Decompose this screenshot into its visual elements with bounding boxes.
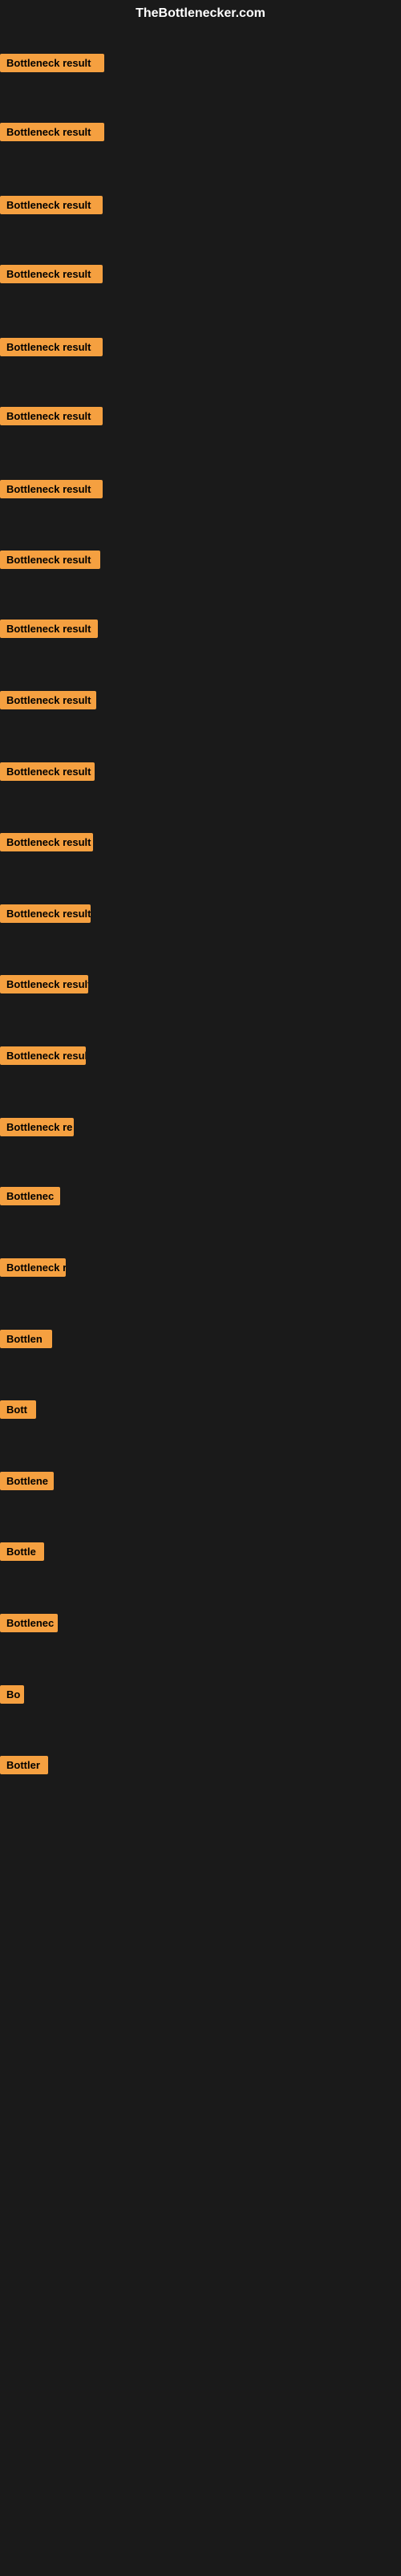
bottleneck-label-2[interactable]: Bottleneck result: [0, 123, 104, 141]
bottleneck-label-16[interactable]: Bottleneck re: [0, 1118, 74, 1136]
bottleneck-label-25[interactable]: Bottler: [0, 1756, 48, 1774]
bottleneck-row-20: Bott: [0, 1400, 36, 1423]
bottleneck-label-24[interactable]: Bo: [0, 1685, 24, 1704]
bottleneck-row-24: Bo: [0, 1685, 24, 1708]
bottleneck-label-12[interactable]: Bottleneck result: [0, 833, 93, 851]
bottleneck-label-8[interactable]: Bottleneck result: [0, 551, 100, 569]
bottleneck-row-11: Bottleneck result: [0, 762, 95, 785]
bottleneck-label-21[interactable]: Bottlene: [0, 1472, 54, 1490]
bottleneck-row-2: Bottleneck result: [0, 123, 104, 145]
bottleneck-row-9: Bottleneck result: [0, 620, 98, 642]
bottleneck-row-7: Bottleneck result: [0, 480, 103, 502]
bottleneck-label-22[interactable]: Bottle: [0, 1542, 44, 1561]
bottleneck-row-17: Bottlenec: [0, 1187, 60, 1209]
bottleneck-label-17[interactable]: Bottlenec: [0, 1187, 60, 1205]
bottleneck-label-5[interactable]: Bottleneck result: [0, 338, 103, 356]
bottleneck-label-7[interactable]: Bottleneck result: [0, 480, 103, 498]
bottleneck-label-20[interactable]: Bott: [0, 1400, 36, 1419]
bottleneck-label-19[interactable]: Bottlen: [0, 1330, 52, 1348]
bottleneck-label-3[interactable]: Bottleneck result: [0, 196, 103, 214]
bottleneck-row-16: Bottleneck re: [0, 1118, 74, 1140]
bottleneck-label-23[interactable]: Bottlenec: [0, 1614, 58, 1632]
bottleneck-label-6[interactable]: Bottleneck result: [0, 407, 103, 425]
bottleneck-row-15: Bottleneck result: [0, 1046, 86, 1069]
bottleneck-row-22: Bottle: [0, 1542, 44, 1565]
bottleneck-row-6: Bottleneck result: [0, 407, 103, 429]
bottleneck-row-19: Bottlen: [0, 1330, 52, 1352]
site-title: TheBottlenecker.com: [0, 0, 401, 24]
bottleneck-row-13: Bottleneck result: [0, 904, 91, 927]
bottleneck-row-1: Bottleneck result: [0, 54, 104, 76]
bottleneck-row-18: Bottleneck r: [0, 1258, 66, 1281]
bottleneck-label-9[interactable]: Bottleneck result: [0, 620, 98, 638]
bottleneck-row-4: Bottleneck result: [0, 265, 103, 287]
bottleneck-row-3: Bottleneck result: [0, 196, 103, 218]
bottleneck-row-8: Bottleneck result: [0, 551, 100, 573]
bottleneck-label-1[interactable]: Bottleneck result: [0, 54, 104, 72]
bottleneck-label-13[interactable]: Bottleneck result: [0, 904, 91, 923]
bottleneck-label-18[interactable]: Bottleneck r: [0, 1258, 66, 1277]
bottleneck-row-23: Bottlenec: [0, 1614, 58, 1636]
bottleneck-row-12: Bottleneck result: [0, 833, 93, 855]
bottleneck-label-4[interactable]: Bottleneck result: [0, 265, 103, 283]
bottleneck-label-15[interactable]: Bottleneck result: [0, 1046, 86, 1065]
bottleneck-label-14[interactable]: Bottleneck result: [0, 975, 88, 993]
bottleneck-row-25: Bottler: [0, 1756, 48, 1778]
bottleneck-row-5: Bottleneck result: [0, 338, 103, 360]
bottleneck-row-21: Bottlene: [0, 1472, 54, 1494]
bottleneck-label-11[interactable]: Bottleneck result: [0, 762, 95, 781]
bottleneck-label-10[interactable]: Bottleneck result: [0, 691, 96, 709]
bottleneck-row-14: Bottleneck result: [0, 975, 88, 997]
bottleneck-row-10: Bottleneck result: [0, 691, 96, 713]
